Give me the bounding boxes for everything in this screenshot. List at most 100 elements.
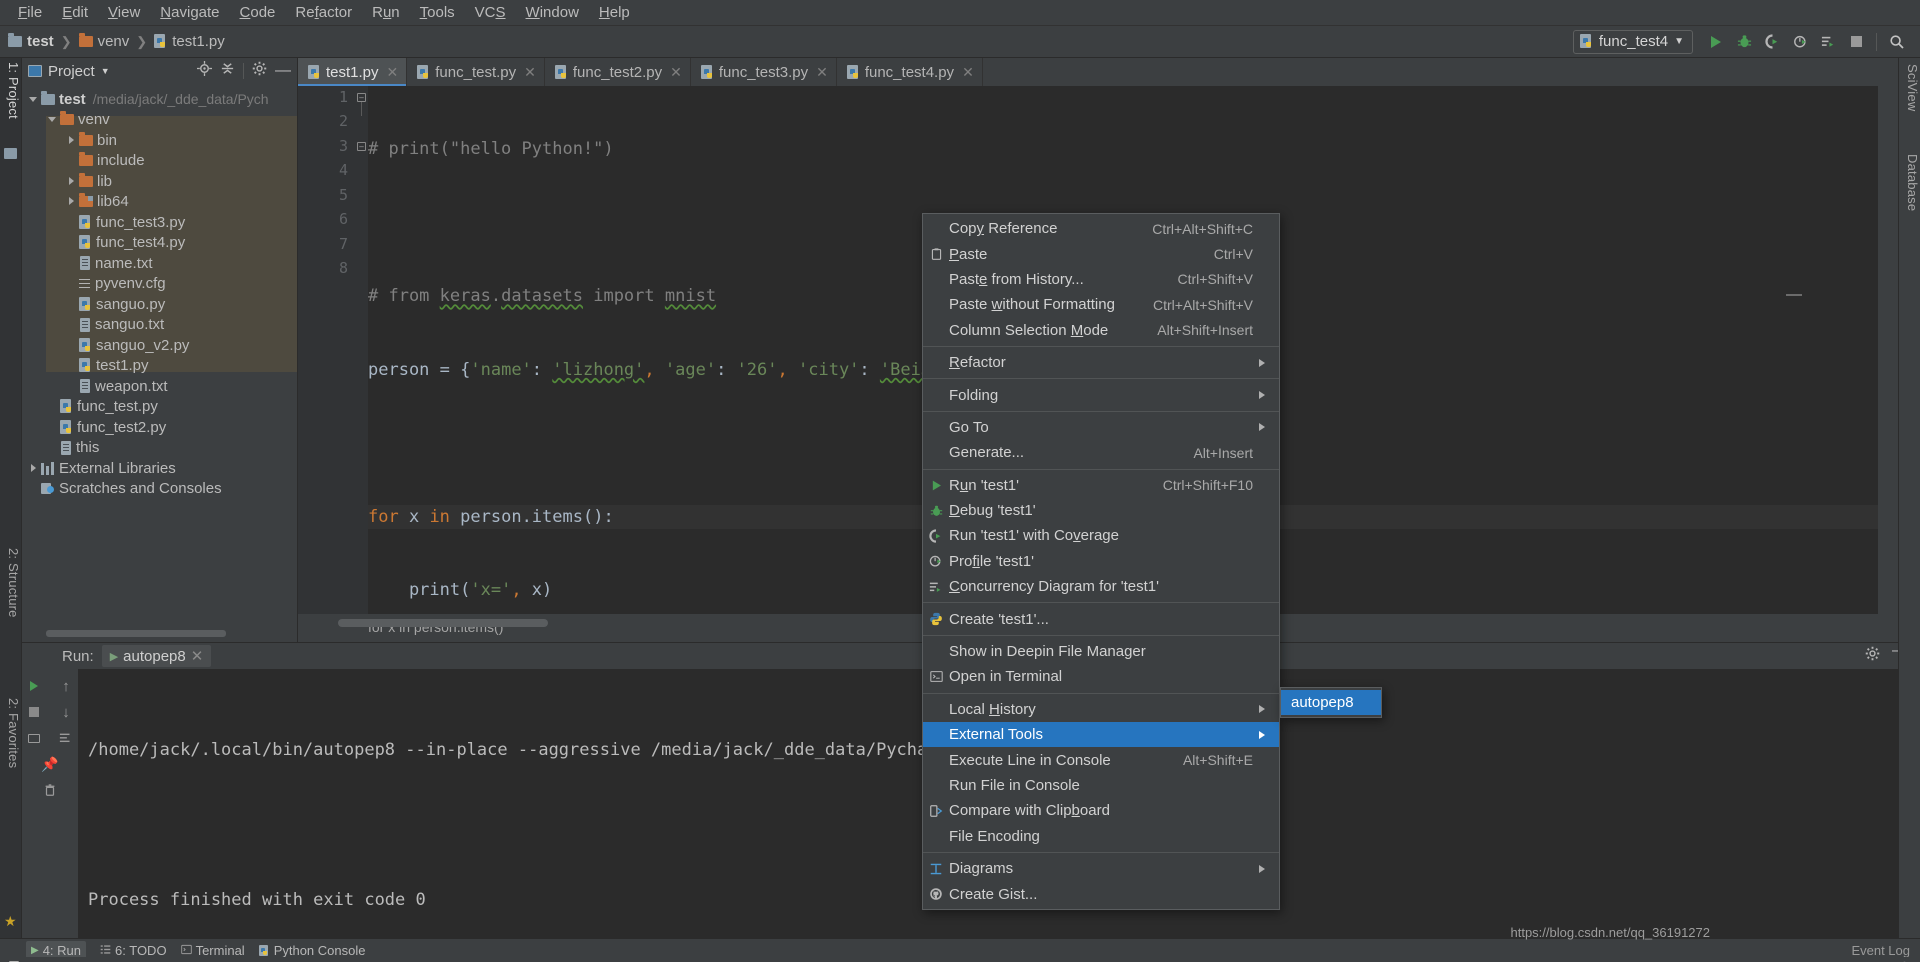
- chevron-right-icon[interactable]: [66, 196, 77, 207]
- menu-item-compare-with-clipboard[interactable]: Compare with Clipboard: [923, 798, 1279, 823]
- sidebar-tab-structure[interactable]: 2: Structure: [1, 548, 21, 618]
- editor-tab-func-test3-py[interactable]: func_test3.py ✕: [691, 58, 837, 86]
- scroll-down-button[interactable]: ↓: [55, 699, 77, 725]
- menu-item-concurrency-diagram-for-test1[interactable]: Concurrency Diagram for 'test1': [923, 574, 1279, 599]
- chevron-right-icon[interactable]: [66, 135, 77, 146]
- close-icon[interactable]: ✕: [524, 64, 536, 81]
- run-tab-autopep8[interactable]: ▶ autopep8 ✕: [101, 645, 212, 667]
- menu-item-paste-without-formatting[interactable]: Paste without Formatting Ctrl+Alt+Shift+V: [923, 292, 1279, 317]
- tree-item-venv[interactable]: venv: [22, 110, 297, 131]
- tree-item-external-libraries[interactable]: External Libraries: [22, 458, 297, 479]
- tree-item-scratches-and-consoles[interactable]: Scratches and Consoles: [22, 479, 297, 500]
- menu-item-run-test1[interactable]: Run 'test1' Ctrl+Shift+F10: [923, 473, 1279, 498]
- gear-icon[interactable]: [252, 61, 267, 81]
- chevron-down-icon[interactable]: [47, 114, 58, 125]
- close-icon[interactable]: ✕: [670, 64, 682, 81]
- sidebar-tab-project[interactable]: 1: Project: [1, 62, 21, 119]
- chevron-down-icon[interactable]: ▼: [101, 66, 110, 76]
- tree-item-func-test4-py[interactable]: func_test4.py: [22, 233, 297, 254]
- menu-item-diagrams[interactable]: Diagrams: [923, 856, 1279, 881]
- menu-code[interactable]: Code: [230, 2, 286, 23]
- tree-item-sanguo-v2-py[interactable]: sanguo_v2.py: [22, 335, 297, 356]
- editor-context-menu[interactable]: Copy Reference Ctrl+Alt+Shift+C Paste Ctrl+…: [922, 213, 1280, 910]
- menu-item-create-gist[interactable]: Create Gist...: [923, 881, 1279, 906]
- menu-window[interactable]: Window: [516, 2, 589, 23]
- editor-fold-column[interactable]: – –: [356, 86, 368, 614]
- submenu-item-autopep8[interactable]: autopep8: [1281, 690, 1381, 716]
- toolwindow-terminal[interactable]: Terminal: [180, 943, 245, 958]
- rerun-button[interactable]: [23, 673, 45, 699]
- editor-hscrollbar[interactable]: [338, 619, 548, 627]
- trash-button[interactable]: [39, 777, 61, 803]
- concurrency-diagram-button[interactable]: [1815, 30, 1841, 54]
- debug-button[interactable]: [1731, 30, 1757, 54]
- pin-button[interactable]: 📌: [39, 751, 61, 777]
- tree-item-weapon-txt[interactable]: weapon.txt: [22, 376, 297, 397]
- tree-item-test1-py[interactable]: test1.py: [22, 356, 297, 377]
- breadcrumb-item-test[interactable]: test: [8, 33, 54, 50]
- sidebar-tab-sciview[interactable]: SciView: [1900, 64, 1920, 111]
- close-icon[interactable]: ✕: [191, 647, 204, 665]
- close-icon[interactable]: ✕: [387, 64, 399, 81]
- tree-item-bin[interactable]: bin: [22, 130, 297, 151]
- chevron-right-icon[interactable]: [66, 176, 77, 187]
- menu-item-paste[interactable]: Paste Ctrl+V: [923, 241, 1279, 266]
- search-button[interactable]: [1884, 30, 1910, 54]
- menu-edit[interactable]: Edit: [52, 2, 98, 23]
- toolwindow-todo[interactable]: 6: TODO: [100, 943, 167, 958]
- locate-icon[interactable]: [197, 61, 212, 81]
- collapse-all-icon[interactable]: [220, 61, 235, 81]
- tree-item-pyvenv-cfg[interactable]: pyvenv.cfg: [22, 274, 297, 295]
- tree-item-sanguo-txt[interactable]: sanguo.txt: [22, 315, 297, 336]
- menu-item-run-test1-with-coverage[interactable]: Run 'test1' with Coverage: [923, 523, 1279, 548]
- editor-scrollbar-track[interactable]: [1878, 86, 1892, 614]
- tree-item-func-test3-py[interactable]: func_test3.py: [22, 212, 297, 233]
- minimize-icon[interactable]: —: [275, 63, 291, 79]
- stop-button[interactable]: [23, 699, 45, 725]
- tree-item-this[interactable]: this: [22, 438, 297, 459]
- tree-item-func-test-py[interactable]: func_test.py: [22, 397, 297, 418]
- run-button[interactable]: [1703, 30, 1729, 54]
- tree-item-sanguo-py[interactable]: sanguo.py: [22, 294, 297, 315]
- editor-tab-test1-py[interactable]: test1.py ✕: [298, 58, 408, 86]
- gear-icon[interactable]: [1865, 646, 1880, 666]
- editor-tab-func-test4-py[interactable]: func_test4.py ✕: [837, 58, 983, 86]
- menu-vcs[interactable]: VCS: [465, 2, 516, 23]
- breadcrumb-item-test1py[interactable]: test1.py: [154, 33, 225, 50]
- menu-item-show-in-deepin-file-manager[interactable]: Show in Deepin File Manager: [923, 639, 1279, 664]
- menu-item-folding[interactable]: Folding: [923, 382, 1279, 407]
- tree-item-name-txt[interactable]: name.txt: [22, 253, 297, 274]
- menu-item-generate[interactable]: Generate... Alt+Insert: [923, 440, 1279, 465]
- menu-item-file-encoding[interactable]: File Encoding: [923, 824, 1279, 849]
- menu-item-open-in-terminal[interactable]: Open in Terminal: [923, 664, 1279, 689]
- soft-wrap-button[interactable]: [55, 725, 77, 751]
- fold-marker-icon[interactable]: –: [357, 93, 366, 102]
- menu-item-paste-from-history[interactable]: Paste from History... Ctrl+Shift+V: [923, 267, 1279, 292]
- project-tree-hscrollbar[interactable]: [46, 630, 226, 637]
- menu-item-run-file-in-console[interactable]: Run File in Console: [923, 773, 1279, 798]
- fold-marker-icon[interactable]: –: [357, 142, 366, 151]
- run-with-coverage-button[interactable]: [1759, 30, 1785, 54]
- toolwindow-python-console[interactable]: Python Console: [258, 943, 365, 958]
- tree-item-func-test2-py[interactable]: func_test2.py: [22, 417, 297, 438]
- editor-tab-func-test-py[interactable]: func_test.py ✕: [407, 58, 545, 86]
- close-icon[interactable]: ✕: [962, 64, 974, 81]
- sidebar-tab-favorites[interactable]: 2: Favorites: [1, 698, 21, 768]
- menu-item-debug-test1[interactable]: Debug 'test1': [923, 498, 1279, 523]
- menu-item-local-history[interactable]: Local History: [923, 697, 1279, 722]
- menu-view[interactable]: View: [98, 2, 150, 23]
- tree-item-lib[interactable]: lib: [22, 171, 297, 192]
- chevron-right-icon[interactable]: [28, 463, 39, 474]
- scroll-up-button[interactable]: ↑: [55, 673, 77, 699]
- menu-tools[interactable]: Tools: [410, 2, 465, 23]
- chevron-down-icon[interactable]: [28, 94, 39, 105]
- menu-item-execute-line-in-console[interactable]: Execute Line in Console Alt+Shift+E: [923, 747, 1279, 772]
- profile-button[interactable]: [1787, 30, 1813, 54]
- menu-item-copy-reference[interactable]: Copy Reference Ctrl+Alt+Shift+C: [923, 216, 1279, 241]
- menu-refactor[interactable]: Refactor: [285, 2, 362, 23]
- menu-item-go-to[interactable]: Go To: [923, 415, 1279, 440]
- menu-item-column-selection-mode[interactable]: Column Selection Mode Alt+Shift+Insert: [923, 318, 1279, 343]
- breadcrumb-item-venv[interactable]: venv: [78, 33, 129, 50]
- menu-run[interactable]: Run: [362, 2, 410, 23]
- run-configuration-selector[interactable]: func_test4 ▼: [1572, 29, 1693, 54]
